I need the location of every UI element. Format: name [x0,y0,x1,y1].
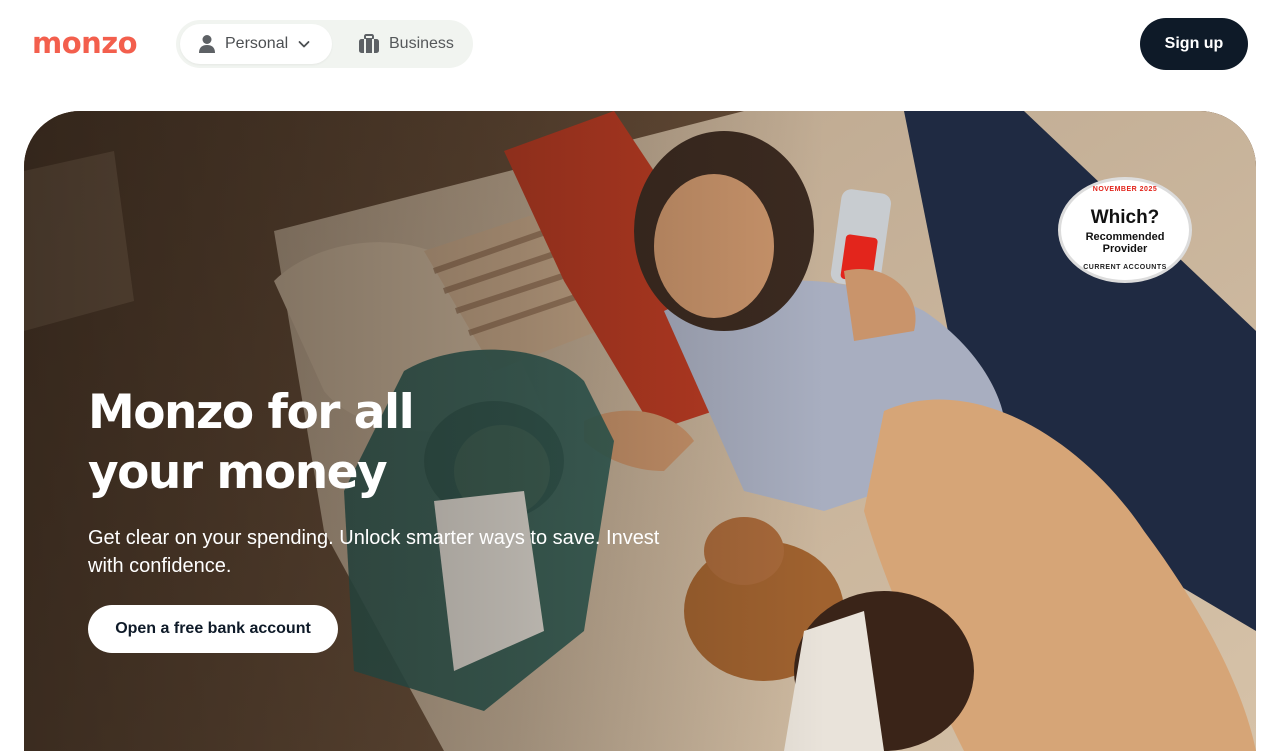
account-type-switcher: Personal Business [176,20,473,68]
business-label: Business [389,35,454,52]
badge-category: CURRENT ACCOUNTS [1083,264,1167,271]
person-icon [198,34,216,54]
sign-up-button[interactable]: Sign up [1140,18,1248,70]
hero-headline: Monzo for all your money [88,385,415,500]
chevron-down-icon[interactable] [297,37,311,51]
which-recommended-badge: NOVEMBER 2025 Which? Recommended Provide… [1058,177,1192,283]
personal-label: Personal [225,35,289,52]
open-account-button[interactable]: Open a free bank account [88,605,338,653]
personal-tab[interactable]: Personal [180,24,332,64]
site-header: monzo Personal Business Sign up [0,0,1280,88]
business-tab[interactable]: Business [352,24,469,64]
hero-subtext: Get clear on your spending. Unlock smart… [88,527,660,577]
badge-line1: Recommended [1085,231,1165,243]
briefcase-icon [358,34,380,54]
monzo-logo[interactable]: monzo [32,26,138,60]
badge-month: NOVEMBER 2025 [1092,186,1158,193]
badge-line2: Provider [1102,243,1148,255]
badge-brand: Which? [1090,207,1160,228]
